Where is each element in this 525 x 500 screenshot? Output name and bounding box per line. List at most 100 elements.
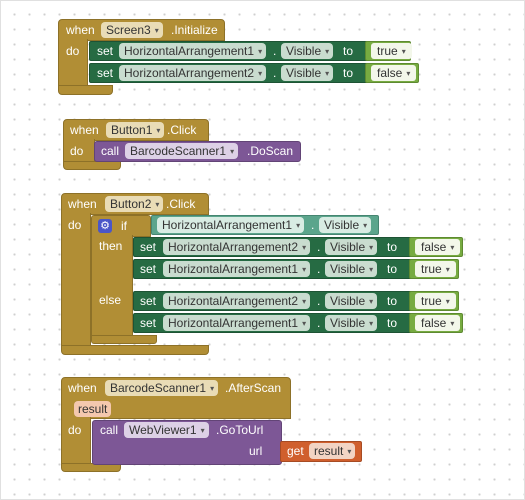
do-keyword: do	[68, 218, 82, 232]
dot-separator: .	[317, 240, 321, 254]
chevron-down-icon: ▾	[369, 297, 374, 306]
do-keyword: do	[66, 44, 80, 58]
event-block-footer	[63, 161, 121, 170]
chevron-down-icon: ▾	[302, 265, 307, 274]
method-name: .DoScan	[247, 144, 294, 158]
chevron-down-icon: ▾	[156, 126, 161, 135]
event-block-footer	[61, 345, 209, 355]
chevron-down-icon: ▾	[363, 221, 368, 230]
dot-separator: .	[317, 316, 321, 330]
event-name: .Click	[166, 197, 196, 211]
chevron-down-icon: ▾	[210, 384, 215, 393]
chevron-down-icon: ▾	[445, 297, 450, 306]
else-keyword: else	[99, 293, 122, 307]
set-keyword: set	[97, 44, 114, 58]
to-keyword: to	[387, 294, 398, 308]
event-block-spine	[61, 213, 91, 349]
dot-separator: .	[273, 44, 277, 58]
chevron-down-icon: ▾	[369, 265, 374, 274]
variable-dropdown[interactable]: result ▾	[309, 443, 356, 459]
chevron-down-icon: ▾	[347, 447, 352, 456]
url-argument-label: url	[249, 444, 263, 458]
if-block-footer	[91, 335, 157, 344]
chevron-down-icon: ▾	[450, 319, 455, 328]
chevron-down-icon: ▾	[296, 221, 301, 230]
do-keyword: do	[70, 144, 84, 158]
when-keyword: when	[66, 23, 95, 37]
event-block-footer	[58, 85, 113, 95]
chevron-down-icon: ▾	[369, 319, 374, 328]
component-dropdown[interactable]: HorizontalArrangement1 ▾	[163, 315, 311, 331]
component-dropdown[interactable]: BarcodeScanner1 ▾	[125, 143, 239, 159]
chevron-down-icon: ▾	[302, 297, 307, 306]
event-name: .Initialize	[171, 23, 218, 37]
chevron-down-icon: ▾	[369, 243, 374, 252]
chevron-down-icon: ▾	[258, 47, 263, 56]
chevron-down-icon: ▾	[325, 69, 330, 78]
chevron-down-icon: ▾	[200, 426, 205, 435]
event-parameter[interactable]: result	[74, 401, 112, 417]
to-keyword: to	[387, 316, 398, 330]
chevron-down-icon: ▾	[230, 147, 235, 156]
component-dropdown[interactable]: Button1 ▾	[106, 122, 165, 138]
boolean-value-dropdown[interactable]: false ▾	[415, 315, 461, 331]
gear-icon[interactable]: ⚙	[98, 219, 112, 233]
call-keyword: call	[100, 423, 119, 437]
when-keyword: when	[68, 197, 97, 211]
chevron-down-icon: ▾	[406, 69, 411, 78]
when-keyword: when	[70, 123, 99, 137]
property-dropdown[interactable]: Visible ▾	[325, 293, 378, 309]
component-dropdown[interactable]: Screen3 ▾	[101, 22, 163, 38]
to-keyword: to	[387, 240, 398, 254]
chevron-down-icon: ▾	[450, 243, 455, 252]
property-dropdown[interactable]: Visible ▾	[325, 261, 378, 277]
boolean-value-dropdown[interactable]: false ▾	[415, 239, 461, 255]
set-keyword: set	[140, 294, 157, 308]
component-dropdown[interactable]: HorizontalArrangement2 ▾	[119, 65, 267, 81]
dot-separator: .	[311, 218, 315, 232]
when-keyword: when	[68, 381, 97, 395]
property-dropdown[interactable]: Visible ▾	[281, 43, 334, 59]
to-keyword: to	[343, 44, 354, 58]
chevron-down-icon: ▾	[302, 243, 307, 252]
boolean-value-dropdown[interactable]: true ▾	[415, 261, 456, 277]
set-keyword: set	[140, 262, 157, 276]
component-dropdown[interactable]: HorizontalArrangement1 ▾	[163, 261, 311, 277]
then-keyword: then	[99, 239, 123, 253]
event-name: .AfterScan	[225, 381, 282, 395]
chevron-down-icon: ▾	[445, 265, 450, 274]
set-keyword: set	[140, 240, 157, 254]
dot-separator: .	[317, 262, 321, 276]
boolean-value-dropdown[interactable]: true ▾	[371, 43, 412, 59]
chevron-down-icon: ▾	[258, 69, 263, 78]
chevron-down-icon: ▾	[154, 26, 159, 35]
dot-separator: .	[317, 294, 321, 308]
get-keyword: get	[287, 444, 304, 458]
to-keyword: to	[387, 262, 398, 276]
boolean-value-dropdown[interactable]: false ▾	[371, 65, 417, 81]
property-dropdown[interactable]: Visible ▾	[325, 315, 378, 331]
component-dropdown[interactable]: HorizontalArrangement1 ▾	[119, 43, 267, 59]
chevron-down-icon: ▾	[302, 319, 307, 328]
chevron-down-icon: ▾	[155, 200, 160, 209]
set-keyword: set	[97, 66, 114, 80]
component-dropdown[interactable]: HorizontalArrangement1 ▾	[157, 217, 305, 233]
method-name: .GoToUrl	[216, 423, 264, 437]
component-dropdown[interactable]: BarcodeScanner1 ▾	[105, 380, 219, 396]
call-keyword: call	[101, 144, 120, 158]
property-dropdown[interactable]: Visible ▾	[281, 65, 334, 81]
boolean-value-dropdown[interactable]: true ▾	[415, 293, 456, 309]
property-dropdown[interactable]: Visible ▾	[319, 217, 372, 233]
chevron-down-icon: ▾	[401, 47, 406, 56]
component-dropdown[interactable]: Button2 ▾	[105, 196, 164, 212]
set-keyword: set	[140, 316, 157, 330]
component-dropdown[interactable]: WebViewer1 ▾	[124, 422, 209, 438]
component-dropdown[interactable]: HorizontalArrangement2 ▾	[163, 239, 311, 255]
if-keyword: if	[121, 219, 127, 233]
component-dropdown[interactable]: HorizontalArrangement2 ▾	[163, 293, 311, 309]
property-dropdown[interactable]: Visible ▾	[325, 239, 378, 255]
event-name: .Click	[167, 123, 197, 137]
chevron-down-icon: ▾	[325, 47, 330, 56]
dot-separator: .	[273, 66, 277, 80]
to-keyword: to	[343, 66, 354, 80]
